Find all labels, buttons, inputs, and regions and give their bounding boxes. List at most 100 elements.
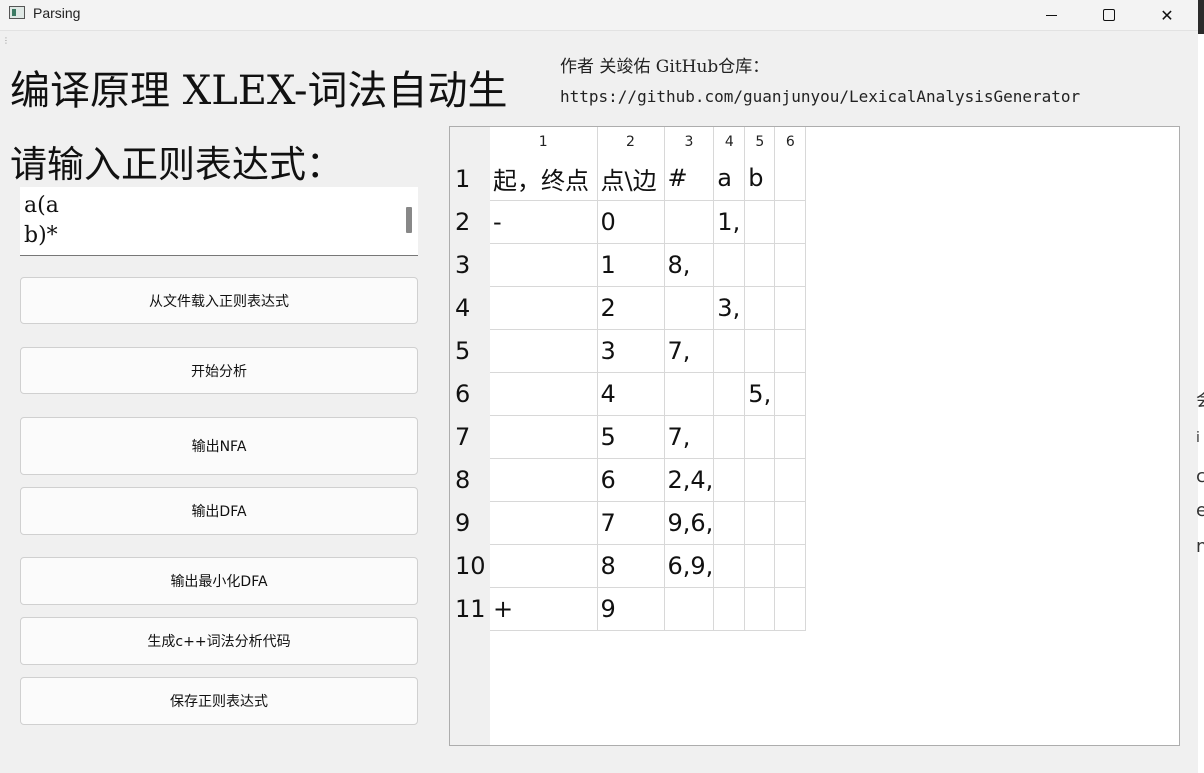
output-minimized-dfa-button[interactable]: 输出最小化DFA <box>20 557 418 605</box>
row-header[interactable]: 10 <box>450 544 490 587</box>
column-header[interactable]: 2 <box>597 127 665 157</box>
table-cell[interactable] <box>744 544 776 588</box>
start-analysis-button[interactable]: 开始分析 <box>20 347 418 394</box>
table-cell[interactable] <box>713 587 746 631</box>
table-cell[interactable] <box>774 157 807 201</box>
table-cell[interactable] <box>713 458 746 502</box>
regex-input-value[interactable]: a(a b)* <box>24 191 394 251</box>
table-cell[interactable] <box>744 329 776 373</box>
table-cell[interactable] <box>664 286 715 330</box>
table-cell[interactable] <box>664 372 715 416</box>
minimize-button[interactable] <box>1022 0 1080 30</box>
table-cell[interactable] <box>713 243 746 287</box>
regex-input[interactable]: a(a b)* <box>20 187 418 256</box>
table-cell[interactable]: 5, <box>744 372 776 416</box>
table-cell[interactable] <box>744 587 776 631</box>
table-cell[interactable]: 0 <box>597 200 665 244</box>
table-cell[interactable] <box>744 286 776 330</box>
generate-cpp-code-button[interactable]: 生成c++词法分析代码 <box>20 617 418 665</box>
table-cell[interactable]: 7, <box>664 415 715 459</box>
output-nfa-button[interactable]: 输出NFA <box>20 417 418 475</box>
table-cell[interactable] <box>744 200 776 244</box>
table-cell[interactable] <box>713 329 746 373</box>
table-cell[interactable]: 1, <box>713 200 746 244</box>
row-header[interactable]: 8 <box>450 458 490 501</box>
table-cell[interactable]: 3 <box>597 329 665 373</box>
output-dfa-button[interactable]: 输出DFA <box>20 487 418 535</box>
table-corner[interactable] <box>450 127 490 157</box>
row-header[interactable]: 1 <box>450 157 490 200</box>
row-header[interactable]: 9 <box>450 501 490 544</box>
table-cell[interactable] <box>744 415 776 459</box>
table-cell[interactable]: b <box>744 157 776 201</box>
table-cell[interactable]: 点\边 <box>597 157 665 201</box>
table-cell[interactable] <box>713 544 746 588</box>
table-cell[interactable]: 7 <box>597 501 665 545</box>
table-cell[interactable]: 7, <box>664 329 715 373</box>
table-cell[interactable] <box>744 458 776 502</box>
table-cell[interactable]: 8 <box>597 544 665 588</box>
table-cell[interactable] <box>490 243 598 287</box>
table-cell[interactable] <box>774 329 807 373</box>
maximize-button[interactable] <box>1080 0 1138 30</box>
table-cell[interactable] <box>774 286 807 330</box>
table-cell[interactable]: - <box>490 200 598 244</box>
row-header[interactable]: 2 <box>450 200 490 243</box>
table-cell[interactable] <box>774 544 807 588</box>
table-cell[interactable] <box>490 544 598 588</box>
column-header[interactable]: 3 <box>664 127 715 157</box>
table-cell[interactable] <box>490 286 598 330</box>
table-cell[interactable]: 6,9, <box>664 544 715 588</box>
table-cell[interactable] <box>664 587 715 631</box>
table-cell[interactable]: 2 <box>597 286 665 330</box>
table-cell[interactable] <box>713 501 746 545</box>
table-cell[interactable] <box>744 501 776 545</box>
row-header[interactable]: 4 <box>450 286 490 329</box>
row-header[interactable]: 6 <box>450 372 490 415</box>
table-cell[interactable] <box>774 587 807 631</box>
table-cell[interactable]: 2,4, <box>664 458 715 502</box>
table-cell[interactable] <box>774 200 807 244</box>
column-header[interactable]: 1 <box>490 127 598 157</box>
table-cell[interactable] <box>774 243 807 287</box>
table-cell[interactable] <box>490 329 598 373</box>
table-cell[interactable]: 8, <box>664 243 715 287</box>
row-header[interactable]: 7 <box>450 415 490 458</box>
table-cell[interactable] <box>490 372 598 416</box>
column-header[interactable]: 4 <box>713 127 746 157</box>
row-header[interactable]: 11 <box>450 587 490 630</box>
background-window-edge-dark <box>1198 0 1204 34</box>
table-cell[interactable] <box>490 458 598 502</box>
table-cell[interactable] <box>774 372 807 416</box>
table-cell[interactable]: 4 <box>597 372 665 416</box>
load-regex-from-file-button[interactable]: 从文件载入正则表达式 <box>20 277 418 324</box>
row-header[interactable]: 5 <box>450 329 490 372</box>
table-cell[interactable]: # <box>664 157 715 201</box>
table-cell[interactable]: 起，终点 <box>490 157 598 201</box>
table-cell[interactable]: 6 <box>597 458 665 502</box>
table-cell[interactable] <box>713 372 746 416</box>
table-cell[interactable]: + <box>490 587 598 631</box>
table-cell[interactable]: 5 <box>597 415 665 459</box>
table-row: 8 6 2,4, <box>450 458 807 502</box>
regex-input-scrollbar[interactable] <box>406 207 412 233</box>
table-cell[interactable] <box>774 501 807 545</box>
table-cell[interactable]: a <box>713 157 746 201</box>
column-header[interactable]: 6 <box>774 127 807 157</box>
save-regex-button[interactable]: 保存正则表达式 <box>20 677 418 725</box>
table-cell[interactable] <box>744 243 776 287</box>
table-cell[interactable]: 9,6, <box>664 501 715 545</box>
table-cell[interactable] <box>713 415 746 459</box>
table-cell[interactable] <box>490 415 598 459</box>
table-cell[interactable] <box>774 458 807 502</box>
row-header[interactable]: 3 <box>450 243 490 286</box>
table-cell[interactable] <box>774 415 807 459</box>
table-cell[interactable]: 9 <box>597 587 665 631</box>
table-cell[interactable]: 1 <box>597 243 665 287</box>
close-button[interactable]: ✕ <box>1138 0 1196 30</box>
table-cell[interactable] <box>490 501 598 545</box>
nfa-table[interactable]: 1 2 3 4 5 6 1 起，终点 点\边 # a b 2-0 1, 3 1 8, 4 2 3, 5 3 7,… <box>449 126 1180 746</box>
column-header[interactable]: 5 <box>744 127 776 157</box>
table-cell[interactable]: 3, <box>713 286 746 330</box>
table-cell[interactable] <box>664 200 715 244</box>
